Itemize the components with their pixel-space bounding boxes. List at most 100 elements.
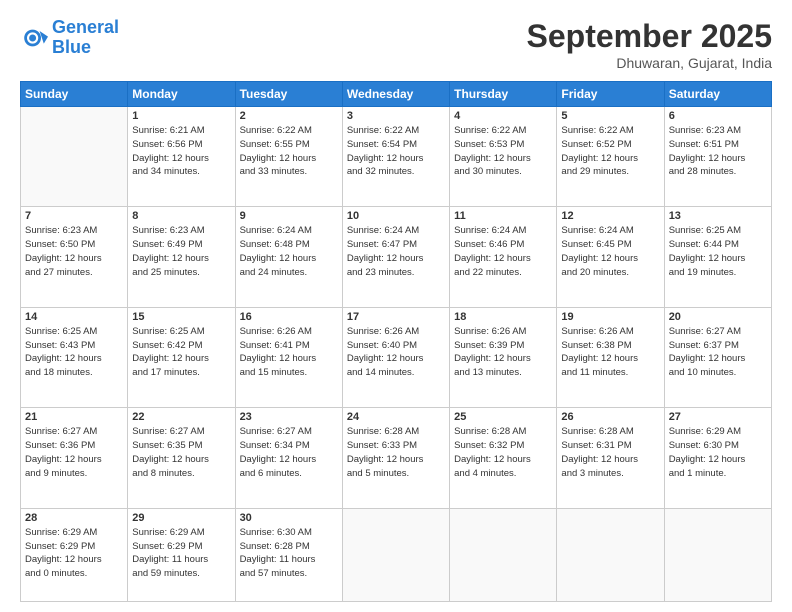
day-number: 22 — [132, 411, 230, 423]
col-sunday: Sunday — [21, 82, 128, 107]
day-info: Sunrise: 6:27 AMSunset: 6:37 PMDaylight:… — [669, 325, 767, 380]
col-monday: Monday — [128, 82, 235, 107]
table-row: 12 Sunrise: 6:24 AMSunset: 6:45 PMDayligh… — [557, 207, 664, 307]
day-info: Sunrise: 6:22 AMSunset: 6:54 PMDaylight:… — [347, 124, 445, 179]
day-info: Sunrise: 6:23 AMSunset: 6:51 PMDaylight:… — [669, 124, 767, 179]
day-number: 24 — [347, 411, 445, 423]
day-number: 19 — [561, 311, 659, 323]
table-row: 3 Sunrise: 6:22 AMSunset: 6:54 PMDaylight… — [342, 107, 449, 207]
table-row: 1Sunrise: 6:21 AMSunset: 6:56 PMDaylight… — [128, 107, 235, 207]
day-info: Sunrise: 6:22 AMSunset: 6:55 PMDaylight:… — [240, 124, 338, 179]
day-number: 4 — [454, 110, 552, 122]
day-info: Sunrise: 6:30 AMSunset: 6:28 PMDaylight:… — [240, 526, 338, 581]
col-tuesday: Tuesday — [235, 82, 342, 107]
day-number: 25 — [454, 411, 552, 423]
day-number: 29 — [132, 512, 230, 524]
day-number: 10 — [347, 210, 445, 222]
table-row: 5 Sunrise: 6:22 AMSunset: 6:52 PMDaylight… — [557, 107, 664, 207]
day-number: 5 — [561, 110, 659, 122]
day-number: 1 — [132, 110, 230, 122]
day-number: 11 — [454, 210, 552, 222]
table-row: 21 Sunrise: 6:27 AMSunset: 6:36 PMDayligh… — [21, 408, 128, 508]
logo-icon — [20, 24, 48, 52]
day-info: Sunrise: 6:22 AMSunset: 6:53 PMDaylight:… — [454, 124, 552, 179]
col-saturday: Saturday — [664, 82, 771, 107]
table-row — [342, 508, 449, 601]
col-thursday: Thursday — [450, 82, 557, 107]
table-row: 20 Sunrise: 6:27 AMSunset: 6:37 PMDayligh… — [664, 307, 771, 407]
header: General Blue September 2025 Dhuwaran, Gu… — [20, 18, 772, 71]
table-row: 22 Sunrise: 6:27 AMSunset: 6:35 PMDayligh… — [128, 408, 235, 508]
day-number: 2 — [240, 110, 338, 122]
table-row: 10Sunrise: 6:24 AMSunset: 6:47 PMDayligh… — [342, 207, 449, 307]
day-number: 12 — [561, 210, 659, 222]
day-number: 8 — [132, 210, 230, 222]
table-row: 26 Sunrise: 6:28 AMSunset: 6:31 PMDayligh… — [557, 408, 664, 508]
day-info: Sunrise: 6:29 AMSunset: 6:29 PMDaylight:… — [25, 526, 123, 581]
table-row: 15 Sunrise: 6:25 AMSunset: 6:42 PMDayligh… — [128, 307, 235, 407]
table-row — [664, 508, 771, 601]
day-number: 14 — [25, 311, 123, 323]
day-number: 30 — [240, 512, 338, 524]
page: General Blue September 2025 Dhuwaran, Gu… — [0, 0, 792, 612]
day-info: Sunrise: 6:25 AMSunset: 6:42 PMDaylight:… — [132, 325, 230, 380]
day-number: 9 — [240, 210, 338, 222]
day-info: Sunrise: 6:26 AMSunset: 6:40 PMDaylight:… — [347, 325, 445, 380]
day-info: Sunrise: 6:26 AMSunset: 6:38 PMDaylight:… — [561, 325, 659, 380]
day-info: Sunrise: 6:29 AMSunset: 6:29 PMDaylight:… — [132, 526, 230, 581]
day-info: Sunrise: 6:28 AMSunset: 6:33 PMDaylight:… — [347, 425, 445, 480]
col-wednesday: Wednesday — [342, 82, 449, 107]
day-number: 23 — [240, 411, 338, 423]
calendar-table: Sunday Monday Tuesday Wednesday Thursday… — [20, 81, 772, 602]
table-row: 8 Sunrise: 6:23 AMSunset: 6:49 PMDaylight… — [128, 207, 235, 307]
logo-text: General Blue — [52, 18, 119, 58]
logo-line2: Blue — [52, 37, 91, 57]
table-row: 4 Sunrise: 6:22 AMSunset: 6:53 PMDaylight… — [450, 107, 557, 207]
day-info: Sunrise: 6:26 AMSunset: 6:41 PMDaylight:… — [240, 325, 338, 380]
table-row: 18Sunrise: 6:26 AMSunset: 6:39 PMDayligh… — [450, 307, 557, 407]
day-number: 28 — [25, 512, 123, 524]
day-info: Sunrise: 6:22 AMSunset: 6:52 PMDaylight:… — [561, 124, 659, 179]
day-info: Sunrise: 6:24 AMSunset: 6:46 PMDaylight:… — [454, 224, 552, 279]
day-info: Sunrise: 6:29 AMSunset: 6:30 PMDaylight:… — [669, 425, 767, 480]
day-number: 7 — [25, 210, 123, 222]
day-number: 27 — [669, 411, 767, 423]
header-row: Sunday Monday Tuesday Wednesday Thursday… — [21, 82, 772, 107]
table-row: 25Sunrise: 6:28 AMSunset: 6:32 PMDayligh… — [450, 408, 557, 508]
day-number: 3 — [347, 110, 445, 122]
day-number: 18 — [454, 311, 552, 323]
day-number: 17 — [347, 311, 445, 323]
day-info: Sunrise: 6:28 AMSunset: 6:31 PMDaylight:… — [561, 425, 659, 480]
table-row: 2 Sunrise: 6:22 AMSunset: 6:55 PMDaylight… — [235, 107, 342, 207]
day-info: Sunrise: 6:23 AMSunset: 6:50 PMDaylight:… — [25, 224, 123, 279]
table-row: 23Sunrise: 6:27 AMSunset: 6:34 PMDayligh… — [235, 408, 342, 508]
table-row: 14Sunrise: 6:25 AMSunset: 6:43 PMDayligh… — [21, 307, 128, 407]
logo: General Blue — [20, 18, 119, 58]
table-row: 30 Sunrise: 6:30 AMSunset: 6:28 PMDayligh… — [235, 508, 342, 601]
day-number: 20 — [669, 311, 767, 323]
table-row: 7 Sunrise: 6:23 AMSunset: 6:50 PMDaylight… — [21, 207, 128, 307]
day-number: 13 — [669, 210, 767, 222]
table-row — [21, 107, 128, 207]
day-number: 15 — [132, 311, 230, 323]
table-row: 16 Sunrise: 6:26 AMSunset: 6:41 PMDayligh… — [235, 307, 342, 407]
logo-line1: General — [52, 17, 119, 37]
day-number: 16 — [240, 311, 338, 323]
table-row: 17 Sunrise: 6:26 AMSunset: 6:40 PMDayligh… — [342, 307, 449, 407]
col-friday: Friday — [557, 82, 664, 107]
day-info: Sunrise: 6:25 AMSunset: 6:44 PMDaylight:… — [669, 224, 767, 279]
day-number: 26 — [561, 411, 659, 423]
day-number: 21 — [25, 411, 123, 423]
day-info: Sunrise: 6:24 AMSunset: 6:48 PMDaylight:… — [240, 224, 338, 279]
location: Dhuwaran, Gujarat, India — [527, 55, 772, 71]
table-row: 19 Sunrise: 6:26 AMSunset: 6:38 PMDayligh… — [557, 307, 664, 407]
day-info: Sunrise: 6:23 AMSunset: 6:49 PMDaylight:… — [132, 224, 230, 279]
day-info: Sunrise: 6:27 AMSunset: 6:35 PMDaylight:… — [132, 425, 230, 480]
day-info: Sunrise: 6:24 AMSunset: 6:45 PMDaylight:… — [561, 224, 659, 279]
table-row: 24 Sunrise: 6:28 AMSunset: 6:33 PMDayligh… — [342, 408, 449, 508]
day-number: 6 — [669, 110, 767, 122]
table-row: 9 Sunrise: 6:24 AMSunset: 6:48 PMDaylight… — [235, 207, 342, 307]
table-row: 6 Sunrise: 6:23 AMSunset: 6:51 PMDaylight… — [664, 107, 771, 207]
day-info: Sunrise: 6:27 AMSunset: 6:36 PMDaylight:… — [25, 425, 123, 480]
table-row: 13 Sunrise: 6:25 AMSunset: 6:44 PMDayligh… — [664, 207, 771, 307]
